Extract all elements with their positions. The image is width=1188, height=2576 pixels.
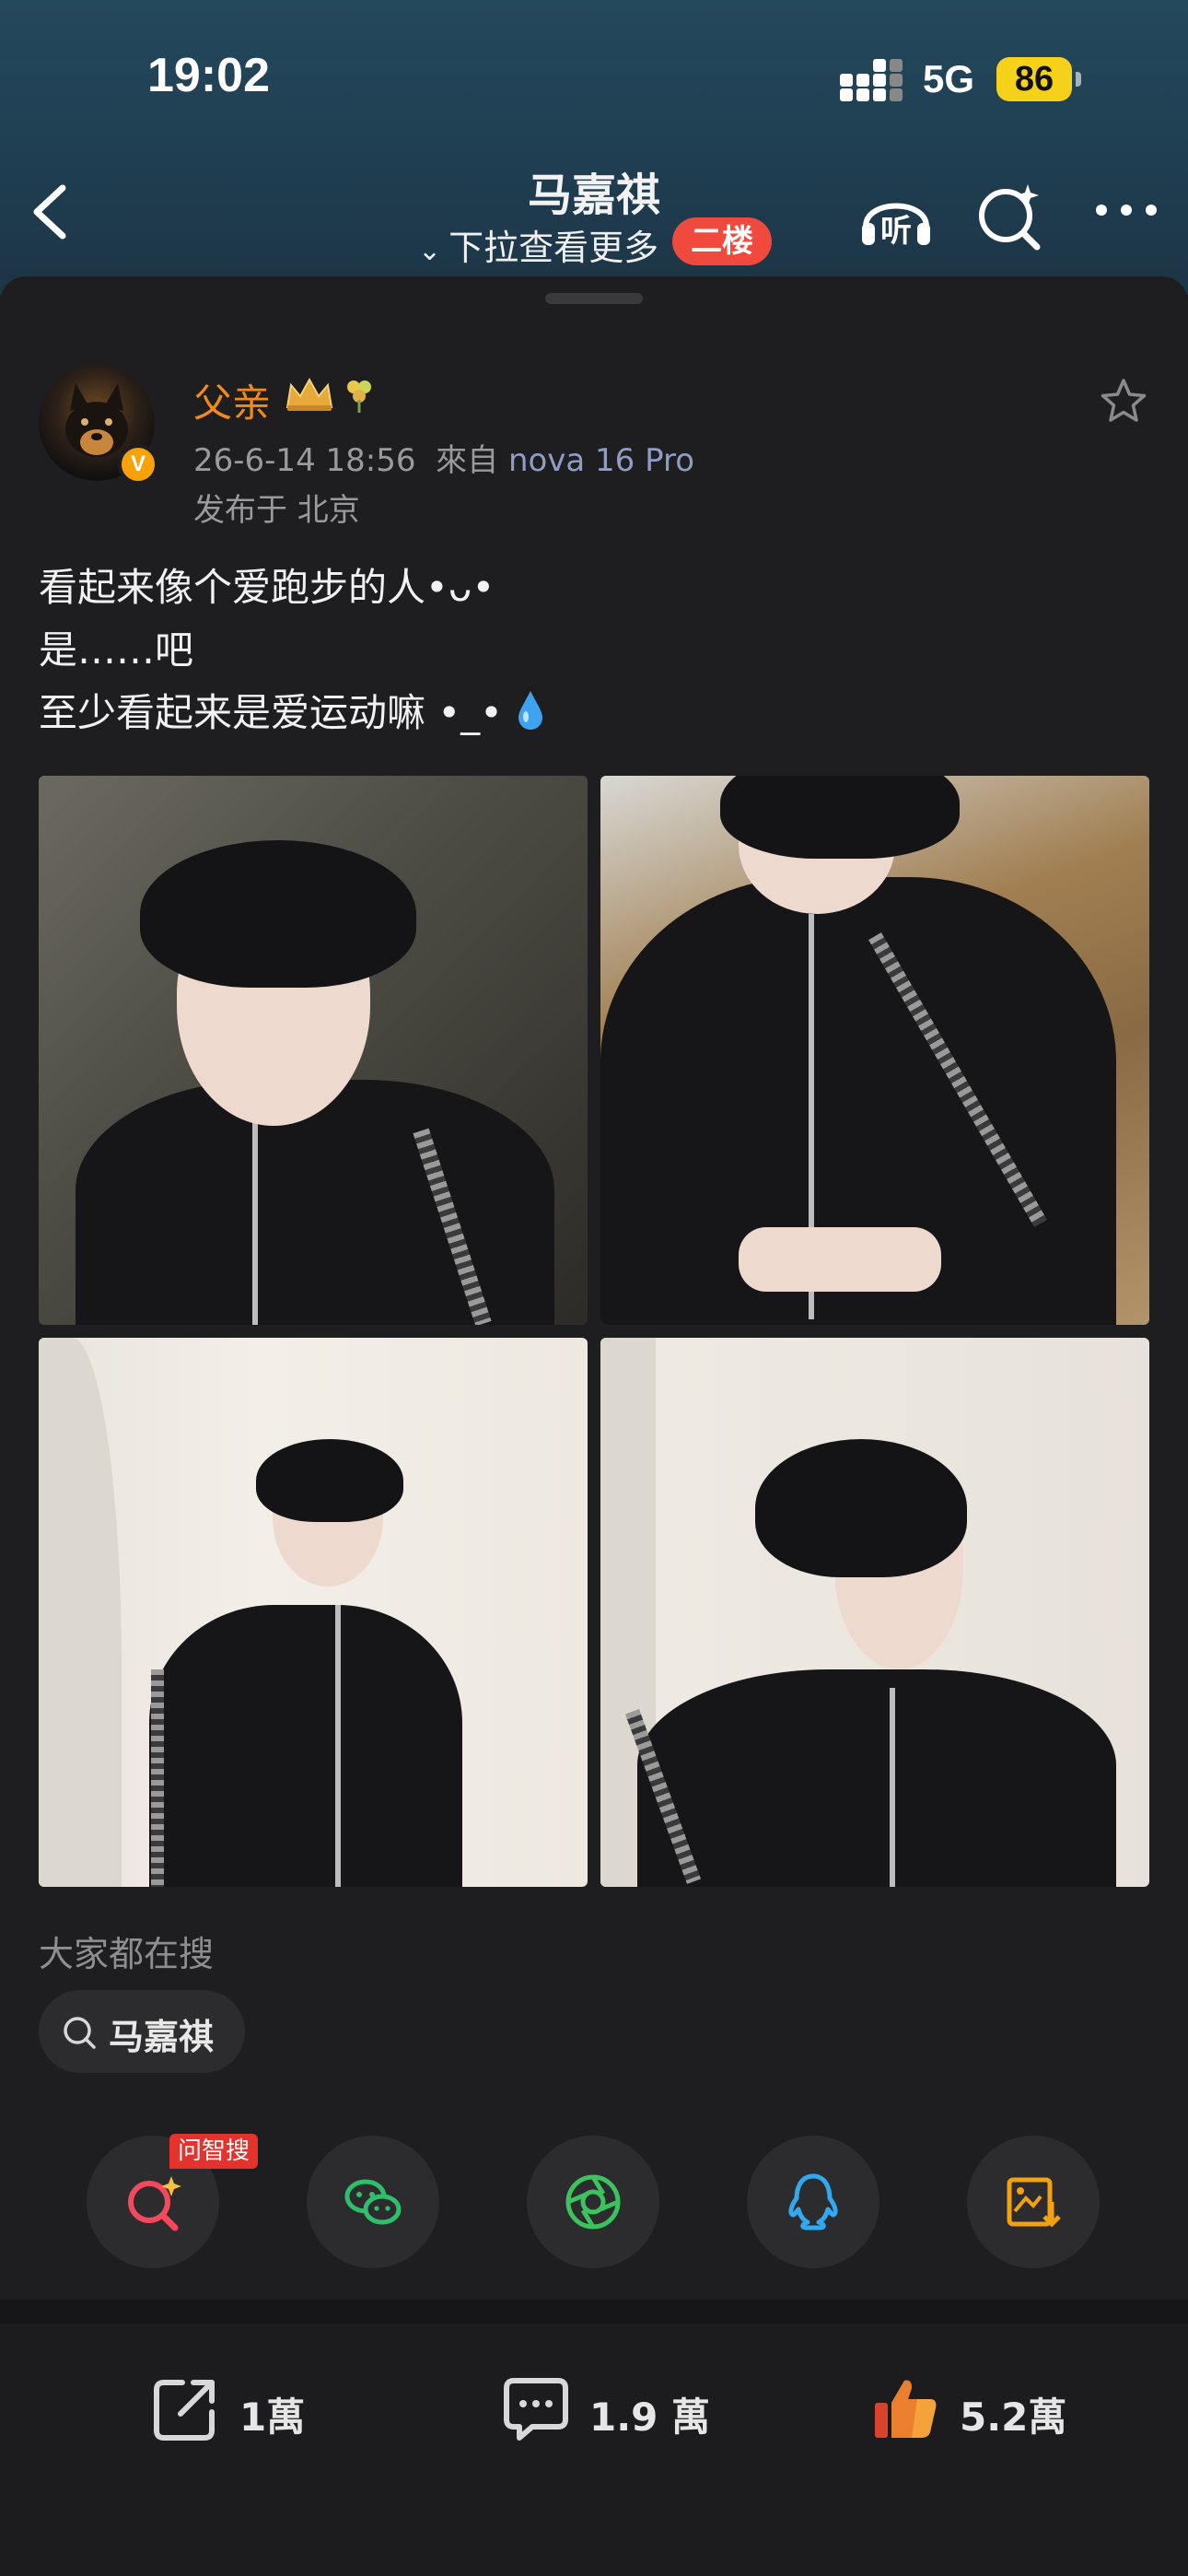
source-prefix: 來自 (436, 442, 499, 479)
bottom-action-bar (0, 2324, 1188, 2576)
post-photo-4[interactable] (600, 1338, 1149, 1887)
share-save-image-button[interactable] (967, 2136, 1100, 2268)
chevron-down-icon: ⌄ (418, 235, 442, 267)
share-wechat-button[interactable] (307, 2136, 439, 2268)
comment-count: 1.9 萬 (589, 2395, 711, 2440)
qq-icon (788, 2173, 838, 2231)
listen-button[interactable]: 听 (855, 175, 938, 258)
trending-search-query: 马嘉祺 (109, 2017, 215, 2057)
post-location: 发布于 北京 (193, 492, 360, 529)
comment-icon (504, 2378, 568, 2441)
post-line-3-wrap: 至少看起来是爱运动嘛 •_• (39, 682, 546, 744)
status-time: 19:02 (147, 49, 270, 102)
repost-count: 1萬 (239, 2395, 306, 2440)
second-floor-tag[interactable]: 二楼 (672, 217, 772, 265)
signal-icon (840, 59, 904, 101)
post-photo-3[interactable] (39, 1338, 588, 1887)
post-meta: 26-6-14 18:56 來自 nova 16 Pro (193, 435, 694, 480)
trending-search-label: 大家都在搜 (39, 1934, 215, 1974)
ai-search-header-button[interactable] (967, 175, 1050, 258)
network-label: 5G (923, 57, 975, 100)
flower-badge-icon (347, 381, 371, 413)
pull-down-more[interactable]: ⌄ 下拉查看更多 (418, 219, 658, 270)
more-button[interactable] (1085, 175, 1168, 258)
save-image-icon (1007, 2177, 1061, 2228)
drag-handle[interactable] (545, 293, 643, 304)
post-timestamp: 26-6-14 18:56 (193, 442, 416, 479)
post-photo-2[interactable] (600, 776, 1149, 1325)
like-count: 5.2萬 (960, 2395, 1067, 2440)
headphones-icon: 听 (862, 203, 930, 250)
battery-tip (1076, 72, 1081, 87)
more-dots-icon (1096, 205, 1157, 216)
section-divider (0, 2300, 1188, 2324)
listen-icon-label: 听 (880, 213, 912, 250)
author-name[interactable]: 父亲 (193, 372, 271, 428)
post-line-1: 看起来像个爱跑步的人•ᴗ• (39, 565, 495, 610)
search-icon (64, 2017, 96, 2049)
water-drop-icon (518, 691, 543, 730)
crown-badge-icon (285, 377, 333, 411)
wechat-icon (344, 2179, 402, 2225)
post-text: 看起来像个爱跑步的人•ᴗ• 是……吧 至少看起来是爱运动嘛 •_• (39, 556, 546, 744)
ai-search-badge: 问智搜 (169, 2134, 258, 2169)
repost-icon (154, 2380, 215, 2441)
ai-search-icon (128, 2176, 181, 2231)
moments-icon (565, 2174, 621, 2230)
battery-indicator: 86 (996, 57, 1072, 101)
post-line-2: 是……吧 (39, 627, 194, 673)
search-sparkle-icon (979, 184, 1041, 251)
share-moments-button[interactable] (527, 2136, 659, 2268)
thumbs-up-icon (875, 2380, 937, 2438)
post-photo-1[interactable] (39, 776, 588, 1325)
device-name[interactable]: nova 16 Pro (508, 442, 694, 479)
verified-badge-icon: V (118, 444, 158, 485)
pull-down-label: 下拉查看更多 (448, 228, 659, 268)
share-qq-button[interactable] (747, 2136, 879, 2268)
favorite-star-icon[interactable] (1098, 376, 1149, 427)
post-line-3: 至少看起来是爱运动嘛 •_• (39, 690, 503, 735)
